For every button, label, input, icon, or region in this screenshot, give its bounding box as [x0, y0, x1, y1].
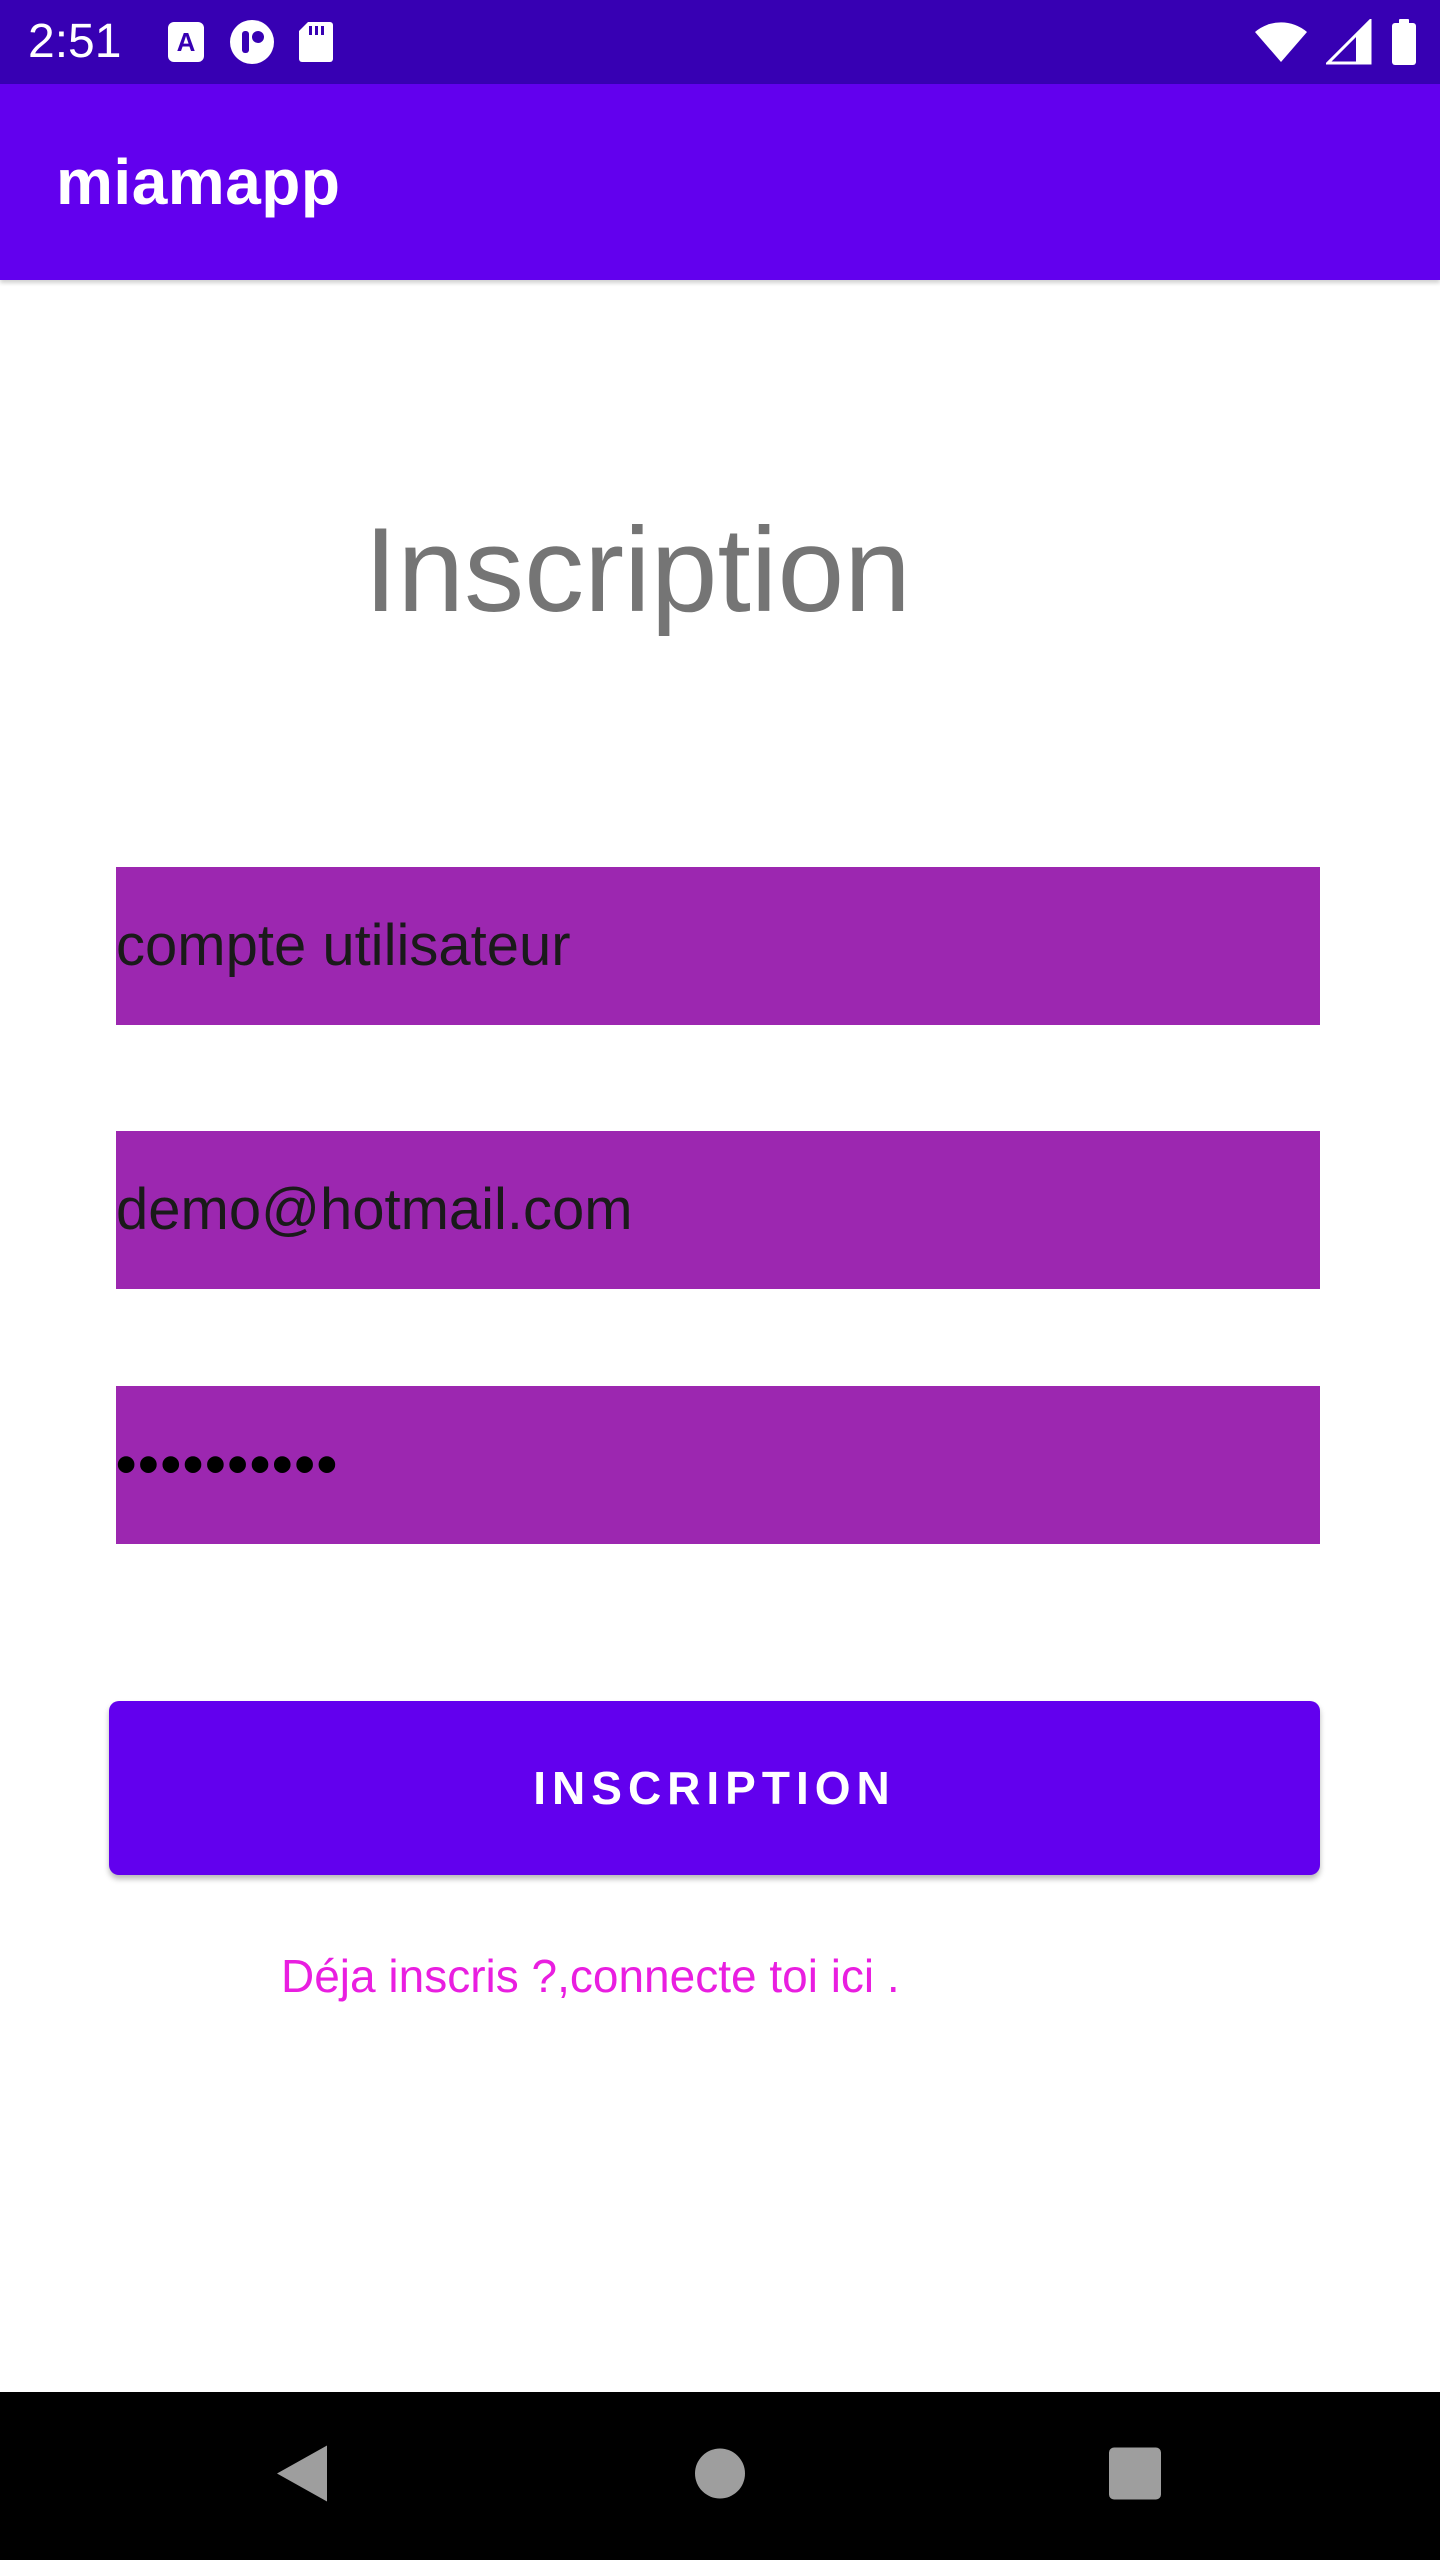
status-time: 2:51 — [28, 15, 122, 68]
app-title: miamapp — [56, 146, 341, 218]
status-system-icons — [1254, 18, 1418, 66]
status-notification-icons: A — [166, 18, 334, 66]
page-title: Inscription — [364, 503, 911, 637]
app-bar: miamapp — [0, 84, 1440, 280]
password-field[interactable]: •••••••••• — [116, 1386, 1320, 1544]
app-notification-icon — [228, 18, 276, 66]
email-value: demo@hotmail.com — [116, 1177, 633, 1242]
login-link[interactable]: Déja inscris ?,connecte toi ici . — [281, 1948, 900, 2004]
email-field[interactable]: demo@hotmail.com — [116, 1131, 1320, 1289]
inscription-button[interactable]: INSCRIPTION — [109, 1701, 1320, 1875]
back-icon[interactable] — [273, 2443, 331, 2510]
wifi-icon — [1254, 20, 1308, 64]
username-field[interactable]: compte utilisateur — [116, 867, 1320, 1025]
recents-icon[interactable] — [1108, 2447, 1162, 2506]
password-mask: •••••••••• — [116, 1432, 340, 1497]
home-icon[interactable] — [694, 2448, 746, 2505]
battery-icon — [1390, 18, 1418, 66]
a-notification-icon: A — [166, 20, 206, 64]
status-bar: 2:51 A — [0, 0, 1440, 84]
inscription-button-label: INSCRIPTION — [533, 1762, 896, 1814]
username-value: compte utilisateur — [116, 913, 571, 978]
signup-screen: 2:51 A miamapp Inscription compte utilis… — [0, 0, 1440, 2560]
svg-text:A: A — [177, 27, 196, 57]
navigation-bar — [0, 2392, 1440, 2560]
sd-card-icon — [298, 20, 334, 64]
cell-signal-icon — [1326, 19, 1372, 65]
